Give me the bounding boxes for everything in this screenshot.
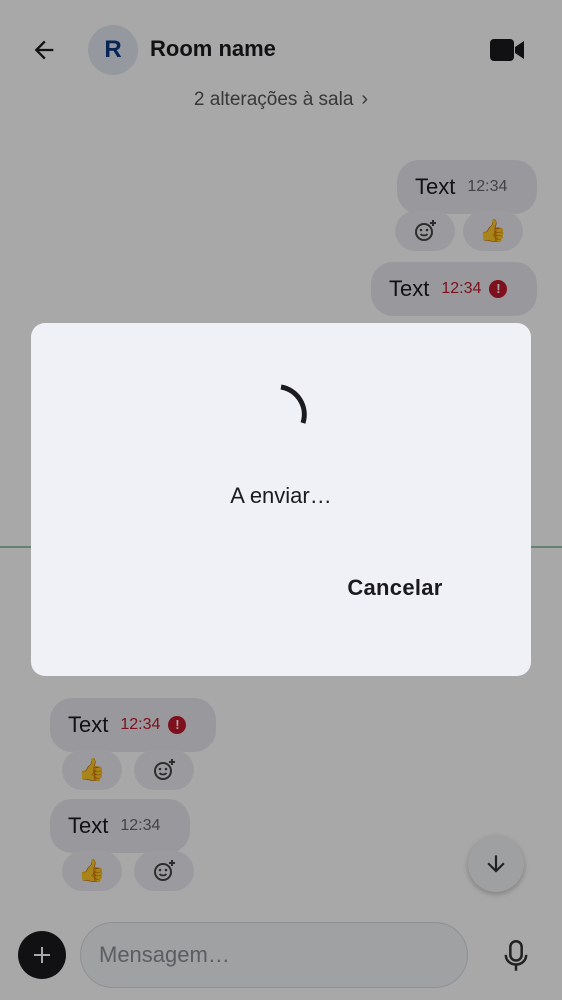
loading-spinner-icon — [280, 384, 307, 424]
dialog-message: A enviar… — [230, 483, 332, 508]
sending-dialog: A enviar… Cancelar — [31, 323, 531, 676]
cancel-button[interactable]: Cancelar — [327, 565, 463, 611]
